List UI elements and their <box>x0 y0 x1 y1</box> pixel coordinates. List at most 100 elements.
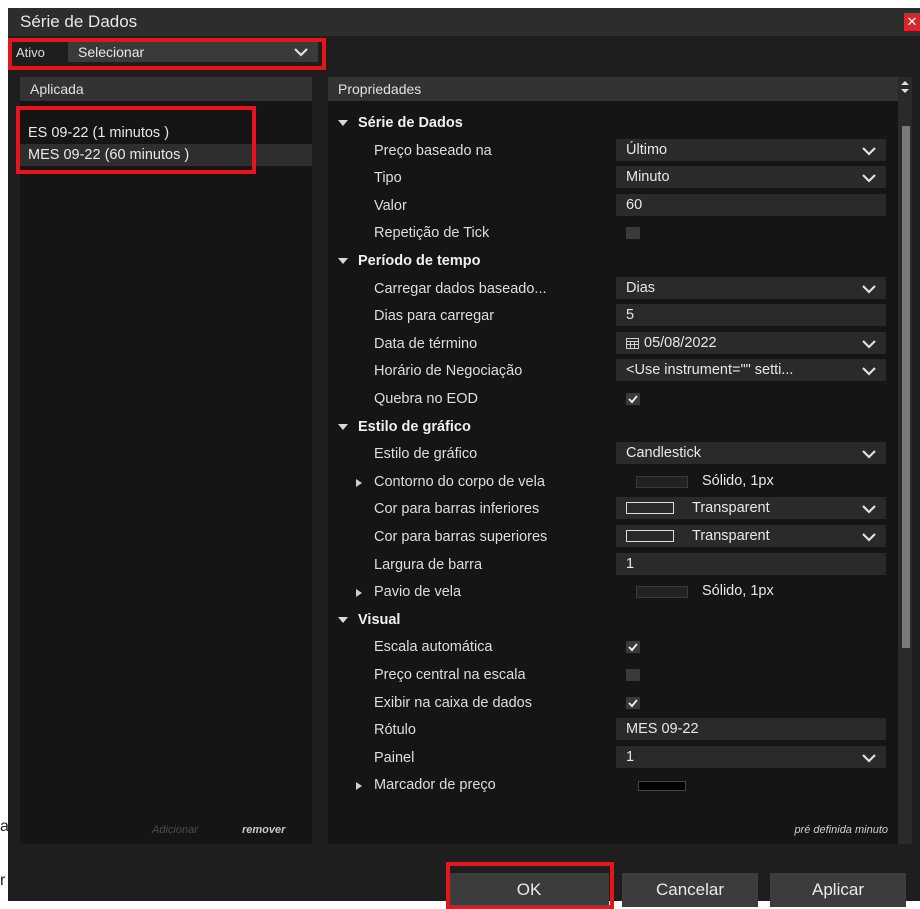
checkmark-icon <box>628 643 638 652</box>
property-row: Rótulo MES 09-22 <box>328 716 894 744</box>
property-row: Painel 1 <box>328 744 894 772</box>
stroke-swatch <box>636 475 688 488</box>
background-text: r <box>0 872 6 889</box>
property-row: Estilo de gráfico Candlestick <box>328 440 894 468</box>
property-value: 60 <box>626 196 643 213</box>
property-value: Transparent <box>692 500 770 517</box>
calendar-icon <box>626 337 639 349</box>
color-swatch <box>626 502 674 515</box>
applied-header-label: Aplicada <box>30 81 84 97</box>
property-input[interactable]: 1 <box>616 552 886 575</box>
cancel-button[interactable]: Cancelar <box>622 873 758 907</box>
property-row: Cor para barras superiores Transparent <box>328 523 894 551</box>
close-icon: ✕ <box>906 14 918 29</box>
property-label: Tipo <box>374 170 402 187</box>
property-row: Exibir na caixa de dados <box>328 689 894 717</box>
chevron-down-icon <box>862 367 876 376</box>
property-label: Marcador de preço <box>374 777 496 794</box>
chevron-down-icon <box>862 533 876 542</box>
property-input[interactable]: 5 <box>616 304 886 327</box>
collapse-arrow-icon[interactable] <box>338 120 348 126</box>
property-label: Pavio de vela <box>374 584 462 601</box>
property-label: Horário de Negociação <box>374 363 523 380</box>
property-dropdown[interactable]: Transparent <box>616 525 886 547</box>
property-row: Tipo Minuto <box>328 164 894 192</box>
property-label: Carregar dados baseado... <box>374 280 547 297</box>
add-series-button[interactable]: Adicionar <box>152 824 198 836</box>
category-row[interactable]: Série de Dados <box>328 109 894 137</box>
property-value: Sólido, 1px <box>702 472 774 489</box>
property-checkbox[interactable] <box>626 393 640 405</box>
property-label: Largura de barra <box>374 556 483 573</box>
property-row: Dias para carregar 5 <box>328 302 894 330</box>
category-label: Período de tempo <box>358 253 481 269</box>
property-label: Cor para barras superiores <box>374 529 548 545</box>
property-checkbox[interactable] <box>626 641 640 654</box>
property-input[interactable]: 60 <box>616 193 886 216</box>
chevron-down-icon <box>862 450 876 459</box>
property-label: Cor para barras inferiores <box>374 501 540 518</box>
data-series-dialog: Série de Dados ✕ Ativo Selecionar Aplica… <box>8 8 920 909</box>
property-row: Escala automática <box>328 633 894 661</box>
property-dropdown[interactable]: Último <box>616 138 886 161</box>
property-label: Valor <box>374 197 407 214</box>
property-row: Carregar dados baseado... Dias <box>328 275 894 303</box>
category-row[interactable]: Visual <box>328 606 894 634</box>
property-dropdown[interactable]: 05/08/2022 <box>616 331 886 354</box>
chevron-down-icon <box>862 754 876 763</box>
stroke-value[interactable]: Sólido, 1px <box>616 580 886 602</box>
property-row: Repetição de Tick <box>328 219 894 247</box>
property-value: MES 09-22 <box>626 721 699 738</box>
property-label: Contorno do corpo de vela <box>374 473 545 490</box>
category-row[interactable]: Período de tempo <box>328 247 894 275</box>
expand-arrow-icon[interactable] <box>356 782 362 791</box>
property-checkbox[interactable] <box>626 669 640 681</box>
expand-arrow-icon[interactable] <box>356 589 362 598</box>
chevron-down-icon <box>862 505 876 514</box>
property-dropdown[interactable]: Candlestick <box>616 442 886 465</box>
category-row[interactable]: Estilo de gráfico <box>328 413 894 441</box>
property-dropdown[interactable]: <Use instrument="" setti... <box>616 359 886 382</box>
remove-series-button[interactable]: remover <box>242 824 285 836</box>
close-button[interactable]: ✕ <box>904 13 920 31</box>
apply-button[interactable]: Aplicar <box>770 873 906 907</box>
scrollbar-thumb[interactable] <box>902 126 910 648</box>
property-row: Preço baseado na Último <box>328 137 894 165</box>
property-value: 05/08/2022 <box>644 334 717 351</box>
property-dropdown[interactable]: Dias <box>616 276 886 299</box>
applied-header: Aplicada <box>20 77 312 101</box>
property-checkbox[interactable] <box>626 227 640 240</box>
property-label: Estilo de gráfico <box>374 446 478 463</box>
property-input[interactable]: MES 09-22 <box>616 718 886 741</box>
collapse-arrow-icon[interactable] <box>338 423 348 430</box>
collapse-arrow-icon[interactable] <box>338 258 348 264</box>
property-row: Valor 60 <box>328 192 894 220</box>
property-dropdown[interactable]: Minuto <box>616 166 886 189</box>
color-swatch <box>638 781 686 792</box>
preset-link[interactable]: pré definida minuto <box>794 824 888 836</box>
property-row: Preço central na escala <box>328 661 894 689</box>
property-dropdown[interactable]: 1 <box>616 745 886 768</box>
price-marker-color[interactable] <box>616 773 886 795</box>
property-label: Dias para carregar <box>374 308 495 325</box>
property-label: Preço central na escala <box>374 667 526 683</box>
property-row: Contorno do corpo de vela Sólido, 1px <box>328 468 894 496</box>
property-row: Largura de barra 1 <box>328 551 894 579</box>
properties-header: Propriedades <box>328 77 898 101</box>
chevron-down-icon <box>862 174 876 183</box>
collapse-arrow-icon[interactable] <box>338 616 348 623</box>
expand-arrow-icon[interactable] <box>356 478 362 487</box>
cancel-label: Cancelar <box>655 880 725 899</box>
color-swatch <box>626 530 674 542</box>
property-value: Sólido, 1px <box>702 583 774 600</box>
highlight-ok <box>446 862 614 909</box>
property-dropdown[interactable]: Transparent <box>616 497 886 520</box>
category-label: Estilo de gráfico <box>358 418 471 435</box>
apply-label: Aplicar <box>812 880 864 899</box>
property-value: Candlestick <box>626 445 701 462</box>
chevron-down-icon <box>862 146 876 156</box>
property-label: Preço baseado na <box>374 142 492 159</box>
property-checkbox[interactable] <box>626 696 640 709</box>
property-label: Rótulo <box>374 722 416 739</box>
stroke-value[interactable]: Sólido, 1px <box>616 470 886 492</box>
